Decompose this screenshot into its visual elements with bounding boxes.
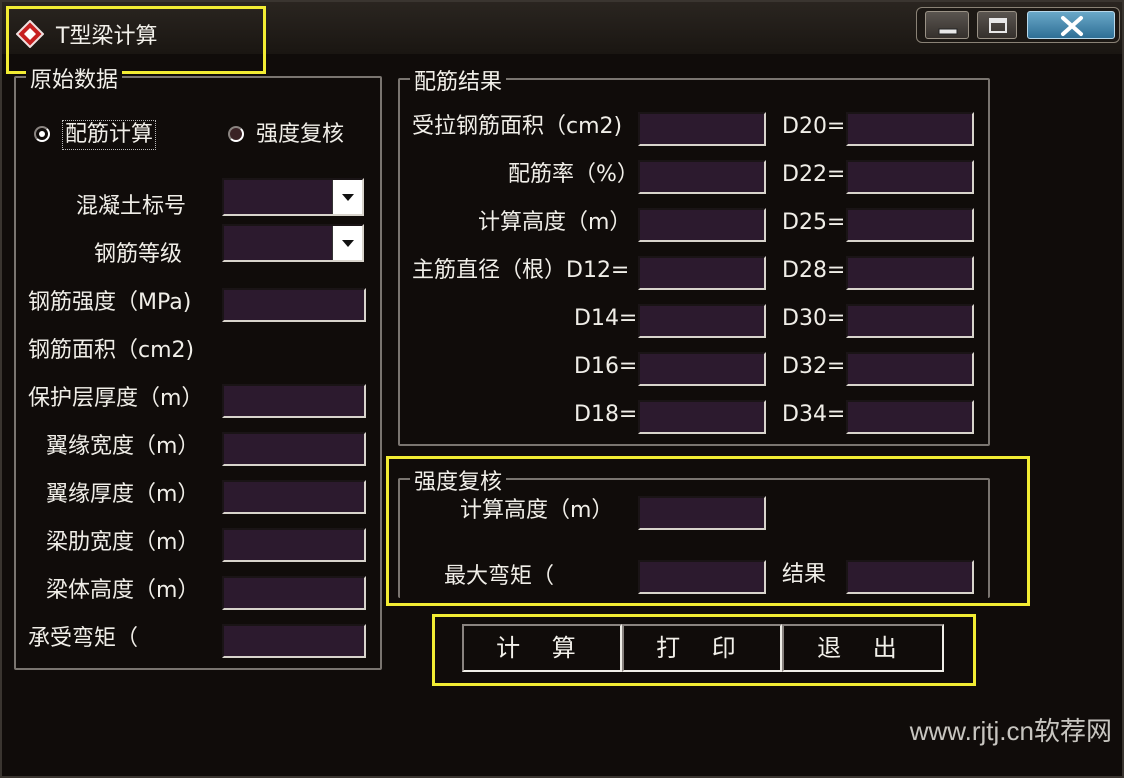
- d28-field[interactable]: [846, 256, 974, 290]
- flange-thickness-label: 翼缘厚度（m）: [46, 482, 200, 507]
- d25-field[interactable]: [846, 208, 974, 242]
- d32-label: D32=: [782, 354, 846, 379]
- max-moment-field[interactable]: [638, 560, 766, 594]
- steel-strength-label: 钢筋强度（MPa): [28, 290, 192, 315]
- minimize-icon: [938, 28, 958, 35]
- beam-height-field[interactable]: [222, 576, 366, 610]
- d34-field[interactable]: [846, 400, 974, 434]
- tension-area-field[interactable]: [638, 112, 766, 146]
- strength-calc-height-field[interactable]: [638, 496, 766, 530]
- cover-field[interactable]: [222, 384, 366, 418]
- moment-field[interactable]: [222, 624, 366, 658]
- radio-reinforcement[interactable]: [34, 126, 50, 142]
- concrete-grade-label: 混凝土标号: [76, 194, 187, 219]
- d22-label: D22=: [782, 162, 846, 187]
- concrete-grade-dropdown-button[interactable]: [332, 180, 362, 214]
- t-beam-calculator-window: T型梁计算 原始数据 配筋计算 强度复核 混凝土标号 钢筋等级 钢筋强度（MPa…: [0, 0, 1124, 778]
- strength-result-field[interactable]: [846, 560, 974, 594]
- d12-field[interactable]: [638, 256, 766, 290]
- steel-strength-field[interactable]: [222, 288, 366, 322]
- ratio-field[interactable]: [638, 160, 766, 194]
- rib-width-field[interactable]: [222, 528, 366, 562]
- concrete-grade-select[interactable]: [222, 178, 364, 216]
- d30-field[interactable]: [846, 304, 974, 338]
- chevron-down-icon: [342, 240, 354, 247]
- moment-label: 承受弯矩（: [28, 626, 139, 651]
- d18-field[interactable]: [638, 400, 766, 434]
- flange-width-label: 翼缘宽度（m）: [46, 434, 200, 459]
- steel-grade-label: 钢筋等级: [94, 242, 183, 267]
- steel-grade-select[interactable]: [222, 224, 364, 262]
- radio-reinforcement-label[interactable]: 配筋计算: [62, 120, 157, 150]
- exit-button[interactable]: 退 出: [782, 624, 944, 672]
- radio-strength[interactable]: [228, 126, 244, 142]
- d16-field[interactable]: [638, 352, 766, 386]
- d14-field[interactable]: [638, 304, 766, 338]
- calc-height-label: 计算高度（m）: [478, 210, 632, 235]
- main-bar-label: 主筋直径（根）D12=: [412, 258, 630, 283]
- close-icon: [1061, 16, 1083, 36]
- rib-width-label: 梁肋宽度（m）: [46, 530, 200, 555]
- d32-field[interactable]: [846, 352, 974, 386]
- maximize-button[interactable]: [977, 11, 1017, 39]
- window-controls: [916, 7, 1120, 43]
- radio-strength-label[interactable]: 强度复核: [256, 120, 344, 150]
- d30-label: D30=: [782, 306, 846, 331]
- d28-label: D28=: [782, 258, 846, 283]
- calc-height-field[interactable]: [638, 208, 766, 242]
- print-button[interactable]: 打 印: [622, 624, 782, 672]
- restore-icon: [989, 18, 1007, 33]
- ratio-label: 配筋率（%）: [508, 162, 639, 187]
- d14-label: D14=: [574, 306, 638, 331]
- beam-height-label: 梁体高度（m）: [46, 578, 200, 603]
- flange-thickness-field[interactable]: [222, 480, 366, 514]
- d34-label: D34=: [782, 402, 846, 427]
- d20-field[interactable]: [846, 112, 974, 146]
- strength-calc-height-label: 计算高度（m）: [460, 498, 614, 523]
- result-legend: 配筋结果: [410, 64, 507, 96]
- original-data-legend: 原始数据: [26, 62, 123, 94]
- watermark: www.rjtj.cn软荐网: [909, 716, 1112, 746]
- calculate-button[interactable]: 计 算: [462, 624, 622, 672]
- d16-label: D16=: [574, 354, 638, 379]
- steel-grade-dropdown-button[interactable]: [332, 226, 362, 260]
- chevron-down-icon: [342, 194, 354, 201]
- button-bar: 计 算 打 印 退 出: [462, 624, 944, 672]
- d25-label: D25=: [782, 210, 846, 235]
- d20-label: D20=: [782, 114, 846, 139]
- d22-field[interactable]: [846, 160, 974, 194]
- strength-result-label: 结果: [782, 562, 827, 587]
- flange-width-field[interactable]: [222, 432, 366, 466]
- tension-area-label: 受拉钢筋面积（cm2): [412, 114, 623, 139]
- steel-area-label: 钢筋面积（cm2): [28, 338, 195, 363]
- cover-label: 保护层厚度（m）: [28, 386, 204, 411]
- max-moment-label: 最大弯矩（: [444, 564, 555, 589]
- d18-label: D18=: [574, 402, 638, 427]
- close-button[interactable]: [1027, 11, 1115, 39]
- minimize-button[interactable]: [925, 11, 969, 39]
